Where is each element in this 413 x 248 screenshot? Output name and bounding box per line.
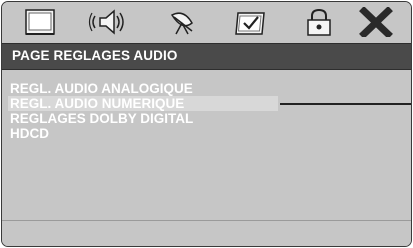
- setup-icon-bar: [2, 2, 411, 41]
- general-setup-icon[interactable]: [18, 6, 62, 38]
- password-lock-icon[interactable]: [297, 6, 341, 38]
- menu-item-hdcd[interactable]: HDCD: [10, 126, 49, 141]
- audio-setup-icon[interactable]: [88, 6, 132, 38]
- video-setup-icon[interactable]: [160, 6, 204, 38]
- preference-setup-icon[interactable]: [228, 6, 272, 38]
- page-title: PAGE REGLAGES AUDIO: [12, 48, 178, 63]
- submenu-connector-line: [280, 103, 411, 105]
- menu-item-digital-audio[interactable]: REGL. AUDIO NUMERIQUE: [8, 96, 278, 111]
- exit-icon[interactable]: [354, 6, 398, 38]
- page-title-bar: PAGE REGLAGES AUDIO: [2, 43, 411, 70]
- footer-bar: [2, 220, 411, 246]
- menu-item-dolby-digital[interactable]: REGLAGES DOLBY DIGITAL: [10, 111, 193, 126]
- setup-menu-window: PAGE REGLAGES AUDIO REGL. AUDIO ANALOGIQ…: [1, 1, 412, 247]
- audio-settings-menu: REGL. AUDIO ANALOGIQUE REGL. AUDIO NUMER…: [2, 69, 411, 219]
- menu-item-analog-audio[interactable]: REGL. AUDIO ANALOGIQUE: [10, 81, 193, 96]
